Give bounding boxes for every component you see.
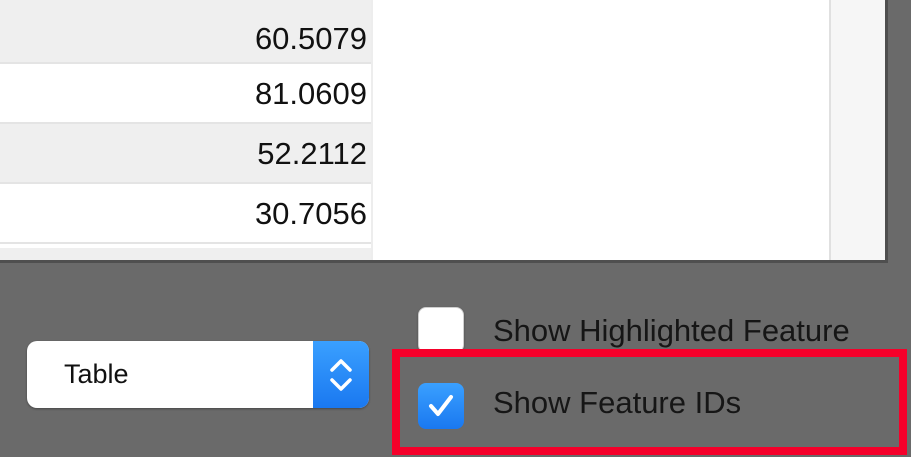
table-row[interactable]: 81.0609 <box>0 64 371 124</box>
app-root: 60.5079 81.0609 52.2112 30.7056 Table Sh… <box>0 0 911 457</box>
attribute-table: 60.5079 81.0609 52.2112 30.7056 <box>0 0 888 263</box>
show-feature-ids-checkbox[interactable] <box>418 383 464 429</box>
value-column: 60.5079 81.0609 52.2112 30.7056 <box>0 0 371 244</box>
table-row[interactable]: 52.2112 <box>0 124 371 184</box>
chevron-updown-icon <box>330 359 352 391</box>
column-divider <box>371 0 373 260</box>
show-highlighted-checkbox[interactable] <box>418 307 464 353</box>
table-cell: 81.0609 <box>254 76 367 111</box>
table-row[interactable]: 30.7056 <box>0 184 371 244</box>
vertical-scrollbar[interactable] <box>829 0 885 260</box>
select-stepper[interactable] <box>313 341 369 408</box>
table-row-partial <box>0 248 371 260</box>
table-cell: 52.2112 <box>257 136 367 171</box>
view-mode-value: Table <box>64 359 129 389</box>
table-cell: 30.7056 <box>254 196 367 231</box>
checkmark-icon <box>429 395 453 416</box>
view-mode-select[interactable]: Table <box>27 341 369 408</box>
table-cell: 60.5079 <box>254 21 367 56</box>
show-highlighted-label[interactable]: Show Highlighted Feature <box>493 313 850 349</box>
show-feature-ids-label[interactable]: Show Feature IDs <box>493 385 741 421</box>
table-row[interactable]: 60.5079 <box>0 0 371 64</box>
